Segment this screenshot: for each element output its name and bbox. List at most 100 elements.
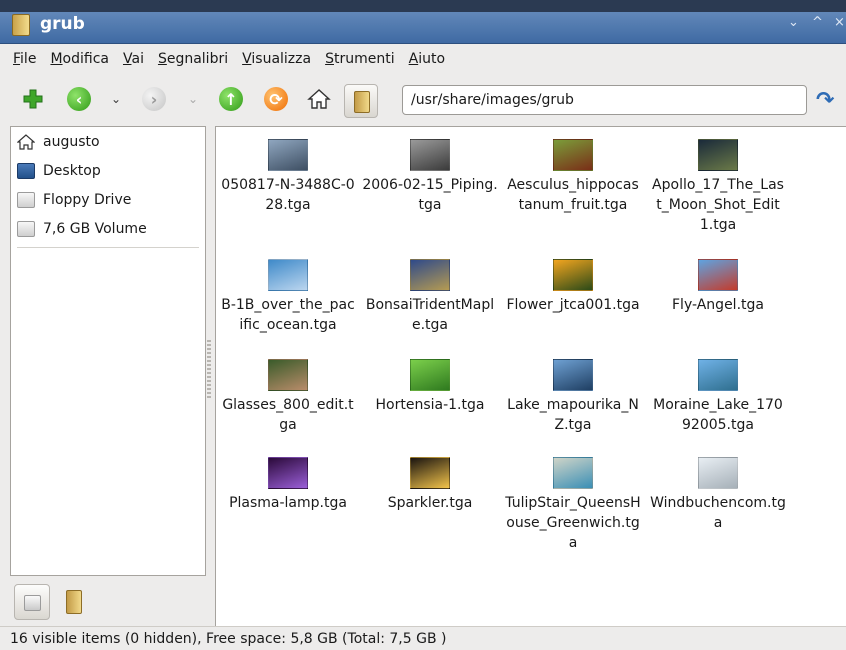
file-item[interactable]: Lake_mapourika_NZ.tga [503,359,643,435]
sidebar-item-desktop[interactable]: Desktop [11,156,205,185]
volume-icon [17,220,35,237]
file-item[interactable]: Apollo_17_The_Last_Moon_Shot_Edit1.tga [648,139,788,235]
file-item[interactable]: 050817-N-3488C-028.tga [218,139,358,215]
file-name: 2006-02-15_Piping.tga [362,177,498,213]
menu-mnemonic: S [325,51,334,67]
image-thumbnail [553,139,593,171]
file-item[interactable]: Hortensia-1.tga [360,359,500,415]
up-arrow-icon: ↑ [219,87,243,111]
image-thumbnail [268,139,308,171]
file-name: BonsaiTridentMaple.tga [365,297,495,333]
sidebar-item-label: Floppy Drive [43,191,132,208]
places-view-button[interactable] [14,584,50,620]
back-history-dropdown[interactable]: ⌄ [103,86,129,112]
image-thumbnail [698,139,738,171]
file-item[interactable]: Plasma-lamp.tga [218,457,358,513]
tree-view-folder-icon[interactable] [66,590,82,614]
close-button[interactable]: × [834,16,845,30]
menu-mnemonic: M [50,51,63,67]
file-item[interactable]: Aesculus_hippocastanum_fruit.tga [503,139,643,215]
file-item[interactable]: Moraine_Lake_17092005.tga [648,359,788,435]
image-thumbnail [410,457,450,489]
image-thumbnail [268,457,308,489]
file-item[interactable]: Glasses_800_edit.tga [218,359,358,435]
menu-segnalibri[interactable]: Segnalibri [151,51,235,67]
image-thumbnail [410,139,450,171]
image-thumbnail [268,259,308,291]
reload-icon: ⟳ [264,87,288,111]
file-name: Apollo_17_The_Last_Moon_Shot_Edit1.tga [652,177,784,233]
reload-button[interactable]: ⟳ [263,86,289,112]
maximize-button[interactable]: ^ [812,16,823,30]
file-name: Plasma-lamp.tga [229,495,347,511]
menu-label-rest: ai [131,51,144,67]
back-arrow-icon: ‹ [67,87,91,111]
sidebar-item-7-6-gb-volume[interactable]: 7,6 GB Volume [11,214,205,243]
minimize-button[interactable]: ⌄ [788,16,799,30]
window-title: grub [40,14,85,34]
chevron-down-icon: ⌄ [110,92,122,106]
menu-label-rest: iuto [418,51,446,67]
menu-mnemonic: F [13,51,21,67]
sidebar-item-label: 7,6 GB Volume [43,220,147,237]
file-name: Aesculus_hippocastanum_fruit.tga [507,177,639,213]
drive-icon [24,595,41,611]
menu-visualizza[interactable]: Visualizza [235,51,318,67]
pane-splitter-handle[interactable] [207,340,211,400]
menu-bar: File Modifica Vai Segnalibri Visualizza Strum… [0,44,846,74]
file-item[interactable]: TulipStair_QueensHouse_Greenwich.tga [503,457,643,553]
menu-mnemonic: S [157,51,167,67]
forward-arrow-icon: › [142,87,166,111]
go-arrow-icon[interactable]: ↷ [816,88,834,113]
menu-aiuto[interactable]: Aiuto [402,51,452,67]
file-name: Flower_jtca001.tga [506,297,640,313]
file-item[interactable]: Fly-Angel.tga [648,259,788,315]
address-field[interactable]: /usr/share/images/grub [402,85,807,115]
floppy-icon [17,191,35,208]
image-thumbnail [268,359,308,391]
image-thumbnail [410,359,450,391]
menu-modifica[interactable]: Modifica [43,51,116,67]
file-name: Moraine_Lake_17092005.tga [653,397,783,433]
menu-label-rest: odifica [62,51,109,67]
file-item[interactable]: Sparkler.tga [360,457,500,513]
title-bar: grub ⌄ ^ × [0,0,846,44]
file-name: Windbuchencom.tga [650,495,786,531]
sidebar-item-floppy-drive[interactable]: Floppy Drive [11,185,205,214]
menu-strumenti[interactable]: Strumenti [318,51,402,67]
forward-button[interactable]: › [141,86,167,112]
home-button[interactable] [306,86,332,112]
file-name: TulipStair_QueensHouse_Greenwich.tga [505,495,641,551]
file-name: Lake_mapourika_NZ.tga [507,397,639,433]
sidebar-separator [17,247,199,248]
file-item[interactable]: 2006-02-15_Piping.tga [360,139,500,215]
status-bar: 16 visible items (0 hidden), Free space:… [0,626,846,650]
folder-icon [354,91,370,113]
up-button[interactable]: ↑ [218,86,244,112]
folder-app-icon [12,14,30,36]
back-button[interactable]: ‹ [66,86,92,112]
new-tab-plus-icon[interactable] [20,86,46,112]
image-thumbnail [410,259,450,291]
image-thumbnail [553,359,593,391]
menu-label-rest: trumenti [333,51,395,67]
sidebar-mode-bar [10,578,206,626]
file-name: Sparkler.tga [387,495,473,511]
file-item[interactable]: Windbuchencom.tga [648,457,788,533]
folder-view-button[interactable] [344,84,378,118]
chevron-down-icon: ⌄ [187,92,199,106]
file-name: B-1B_over_the_pacific_ocean.tga [221,297,355,333]
file-item[interactable]: Flower_jtca001.tga [503,259,643,315]
file-view: 050817-N-3488C-028.tga 2006-02-15_Piping.… [215,126,846,626]
menu-mnemonic: V [242,51,252,67]
image-thumbnail [698,457,738,489]
file-item[interactable]: BonsaiTridentMaple.tga [360,259,500,335]
menu-file[interactable]: File [6,51,43,67]
image-thumbnail [553,457,593,489]
file-item[interactable]: B-1B_over_the_pacific_ocean.tga [218,259,358,335]
sidebar-item-label: Desktop [43,162,101,179]
places-sidebar: augusto Desktop Floppy Drive 7,6 GB Volume [10,126,206,576]
sidebar-item-augusto[interactable]: augusto [11,127,205,156]
menu-vai[interactable]: Vai [116,51,151,67]
forward-history-dropdown[interactable]: ⌄ [180,86,206,112]
